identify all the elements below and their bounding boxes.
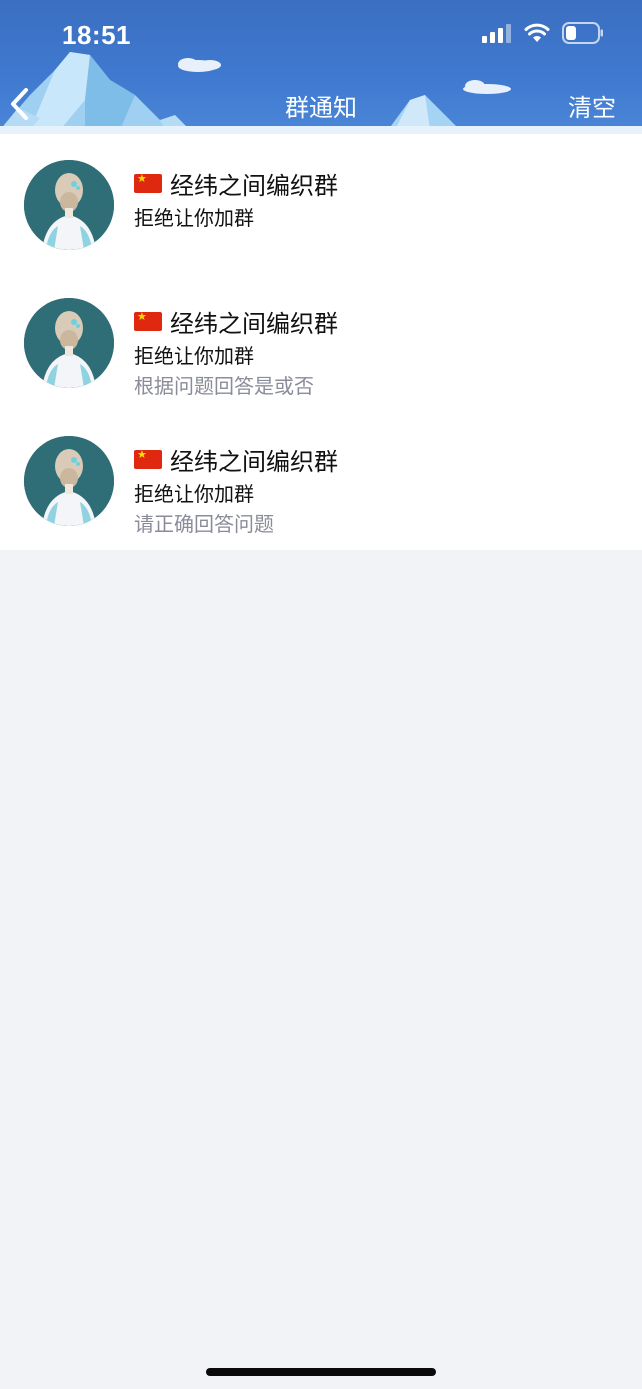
avatar-image — [24, 436, 114, 526]
item-note: 根据问题回答是或否 — [134, 374, 314, 398]
item-status: 拒绝让你加群 — [134, 206, 254, 230]
item-status: 拒绝让你加群 — [134, 344, 254, 368]
notification-item[interactable]: 经纬之间编织群 拒绝让你加群 根据问题回答是或否 — [0, 272, 642, 410]
item-title: 经纬之间编织群 — [134, 442, 338, 477]
status-icons — [482, 22, 604, 44]
header: 18:51 群通知 清空 — [0, 0, 642, 134]
avatar[interactable] — [24, 298, 114, 388]
item-note: 请正确回答问题 — [134, 512, 274, 536]
home-indicator[interactable] — [206, 1368, 436, 1376]
avatar-image — [24, 160, 114, 250]
china-flag-icon — [134, 172, 162, 193]
clear-button[interactable]: 清空 — [568, 88, 616, 123]
screen: 18:51 群通知 清空 ★ 经纬之间编织群 拒绝让你加群 ★ 经纬之间编织群 … — [0, 0, 642, 1389]
avatar[interactable] — [24, 160, 114, 250]
avatar-image — [24, 298, 114, 388]
wifi-icon — [524, 23, 550, 42]
group-name: 经纬之间编织群 — [170, 448, 338, 476]
notification-list: 经纬之间编织群 拒绝让你加群 经 — [0, 134, 642, 550]
item-title: 经纬之间编织群 — [134, 304, 338, 339]
group-name: 经纬之间编织群 — [170, 172, 338, 200]
status-time: 18:51 — [62, 20, 131, 50]
item-status: 拒绝让你加群 — [134, 482, 254, 506]
china-flag-icon — [134, 448, 162, 469]
battery-icon — [562, 22, 603, 44]
notification-item[interactable]: 经纬之间编织群 拒绝让你加群 — [0, 134, 642, 272]
item-title: 经纬之间编织群 — [134, 166, 338, 201]
avatar[interactable] — [24, 436, 114, 526]
signal-icon — [482, 24, 511, 43]
notification-item[interactable]: 经纬之间编织群 拒绝让你加群 请正确回答问题 — [0, 410, 642, 548]
page-title: 群通知 — [285, 94, 357, 122]
group-name: 经纬之间编织群 — [170, 310, 338, 338]
china-flag-icon — [134, 310, 162, 331]
